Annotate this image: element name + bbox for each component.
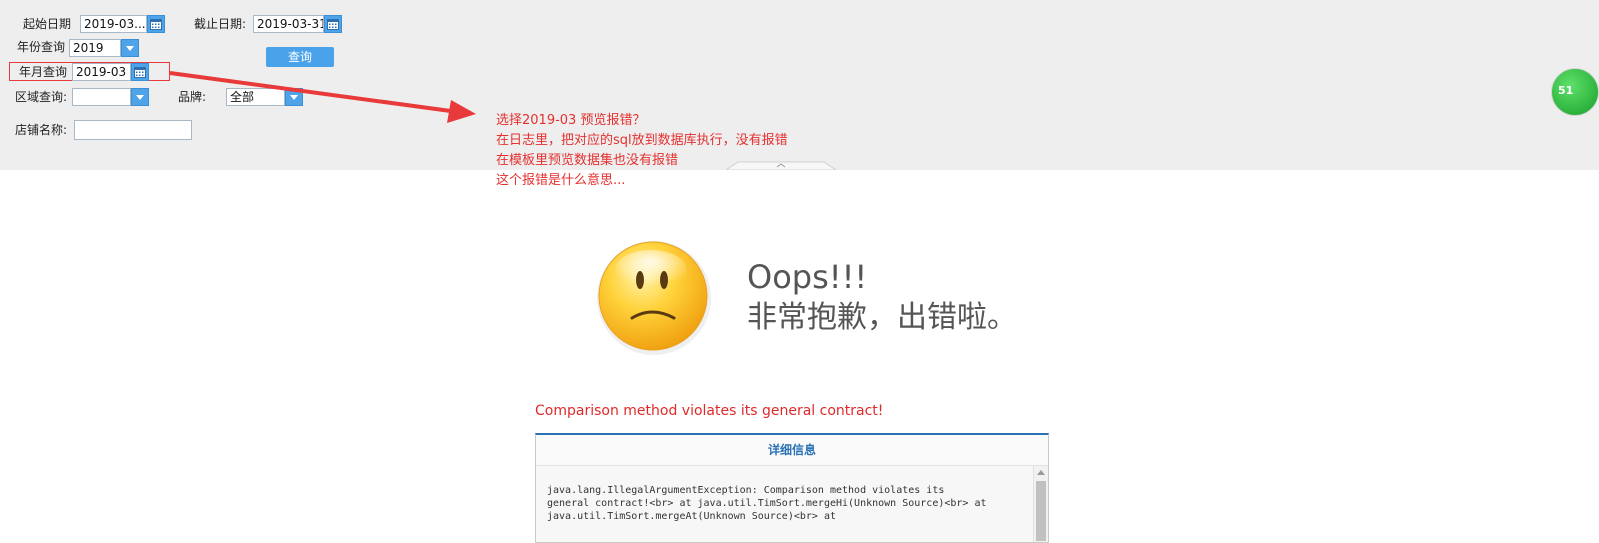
error-heading: Oops!!! bbox=[747, 258, 868, 296]
detail-scrollbar[interactable] bbox=[1033, 466, 1048, 542]
stack-trace: java.lang.IllegalArgumentException: Comp… bbox=[547, 485, 993, 522]
stack-trace-area: java.lang.IllegalArgumentException: Comp… bbox=[536, 466, 1034, 542]
sad-face-icon bbox=[597, 241, 711, 355]
error-subheading: 非常抱歉，出错啦。 bbox=[747, 300, 1017, 335]
error-message: Comparison method violates its general c… bbox=[535, 403, 884, 419]
annotation-line-3: 在模板里预览数据集也没有报错 bbox=[496, 153, 679, 168]
scroll-up-arrow-icon[interactable] bbox=[1037, 470, 1045, 475]
detail-title[interactable]: 详细信息 bbox=[536, 435, 1048, 466]
error-detail-panel: 详细信息 java.lang.IllegalArgumentException:… bbox=[535, 433, 1049, 543]
annotation-line-2: 在日志里，把对应的sql放到数据库执行，没有报错 bbox=[496, 133, 788, 148]
annotation-line-1: 选择2019-03 预览报错？ bbox=[496, 113, 646, 128]
scroll-thumb[interactable] bbox=[1036, 481, 1046, 541]
